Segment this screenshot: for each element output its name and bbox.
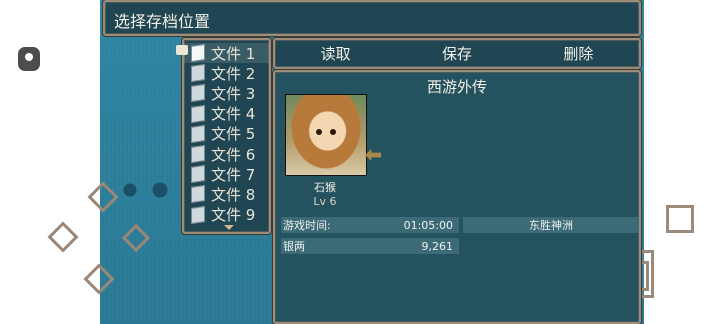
floating-assistant-icon[interactable]: [18, 47, 40, 71]
file-slot-label: 文件 4: [211, 105, 256, 124]
file-slot-8[interactable]: 文件 8: [184, 184, 269, 204]
document-icon: [191, 145, 205, 164]
screen-margin-right: [644, 0, 720, 324]
portrait-eye-right: [330, 129, 336, 135]
file-slot-label: 文件 1: [211, 44, 256, 63]
playtime-row: 游戏时间: 01:05:00: [281, 217, 459, 233]
document-icon: [191, 165, 205, 184]
decorative-glyph-right: [666, 205, 694, 233]
file-slot-2[interactable]: 文件 2: [184, 63, 269, 83]
delete-button[interactable]: 删除: [518, 43, 639, 64]
load-button[interactable]: 读取: [275, 43, 396, 64]
character-level: Lv 6: [313, 195, 337, 208]
playtime-value: 01:05:00: [403, 218, 453, 232]
file-slot-9[interactable]: 文件 9: [184, 205, 269, 225]
chevron-down-icon[interactable]: [224, 225, 234, 230]
playtime-label: 游戏时间:: [283, 219, 331, 232]
silver-label: 银两: [283, 240, 305, 253]
character-portrait: [285, 94, 367, 176]
file-slot-label: 文件 9: [211, 206, 256, 225]
file-slot-3[interactable]: 文件 3: [184, 83, 269, 103]
screen-margin-left: [0, 0, 100, 324]
location-row: 东胜神洲: [463, 217, 639, 233]
page-title: 选择存档位置: [114, 12, 211, 31]
portrait-eye-left: [316, 129, 322, 135]
save-button[interactable]: 保存: [396, 43, 517, 64]
file-slot-1[interactable]: 文件 1: [176, 43, 269, 64]
file-slot-label: 文件 8: [211, 185, 256, 204]
file-slot-6[interactable]: 文件 6: [184, 144, 269, 164]
document-icon: [191, 64, 205, 83]
file-slot-4[interactable]: 文件 4: [184, 104, 269, 124]
document-icon: [191, 124, 205, 143]
location-value: 东胜神洲: [529, 219, 573, 232]
silver-row: 银两 9,261: [281, 238, 459, 254]
file-slot-label: 文件 5: [211, 125, 256, 144]
character-name: 石猴: [314, 181, 336, 194]
document-icon: [191, 84, 205, 103]
document-icon: [191, 205, 205, 224]
silver-value: 9,261: [421, 239, 454, 253]
title-panel: 选择存档位置: [103, 0, 641, 36]
file-slot-label: 文件 6: [211, 145, 256, 164]
file-slot-label: 文件 3: [211, 84, 256, 103]
file-slot-label: 文件 7: [211, 165, 256, 184]
document-icon: [191, 44, 205, 63]
file-slot-label: 文件 2: [211, 64, 256, 83]
save-file-list: 文件 1 文件 2 文件 3 文件 4 文件 5 文件 6 文件 7 文件 8 …: [176, 38, 271, 234]
save-info-panel: 西游外传 石猴 Lv 6 游戏时间: 01:05:00 东胜神洲 银两 9,26…: [273, 70, 641, 324]
file-slot-5[interactable]: 文件 5: [184, 124, 269, 144]
hand-cursor-icon: [176, 45, 188, 55]
command-bar: 读取 保存 删除: [273, 38, 641, 69]
pointer-arrow-icon: [365, 149, 381, 161]
document-icon: [191, 104, 205, 123]
file-slot-7[interactable]: 文件 7: [184, 164, 269, 184]
document-icon: [191, 185, 205, 204]
